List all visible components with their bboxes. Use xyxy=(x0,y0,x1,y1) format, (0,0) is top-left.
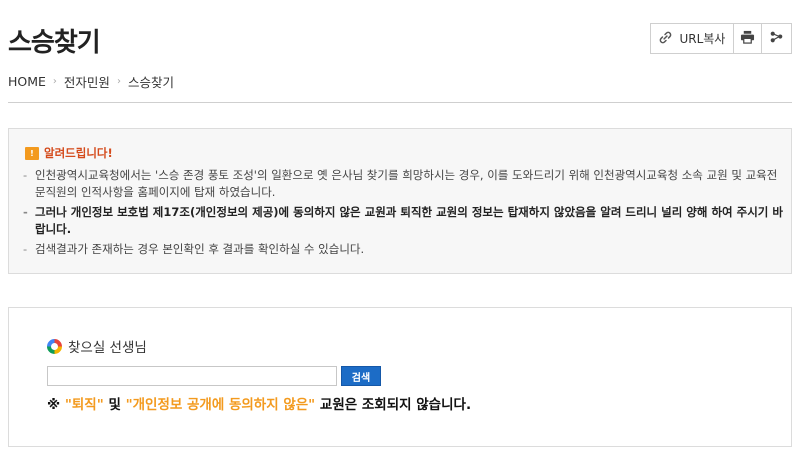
search-label-text: 찾으실 선생님 xyxy=(68,340,147,356)
teacher-name-input[interactable] xyxy=(47,366,337,386)
url-copy-button[interactable]: URL복사 xyxy=(651,24,734,53)
search-note-prefix: ※ xyxy=(47,397,65,413)
print-icon xyxy=(740,29,755,48)
page-title: 스승찾기 xyxy=(8,28,101,58)
bullet-ring-icon xyxy=(47,338,62,354)
notice-item: 그러나 개인정보 보호법 제17조(개인정보의 제공)에 동의하지 않은 교원과… xyxy=(23,204,783,238)
notice-heading: ! 알려드립니다! xyxy=(25,145,113,161)
teacher-search-box: 찾으실 선생님 검색 ※ "퇴직" 및 "개인정보 공개에 동의하지 않은" 교… xyxy=(8,307,792,447)
breadcrumb-home[interactable]: HOME xyxy=(8,74,46,89)
breadcrumb: HOME › 전자민원 › 스승찾기 xyxy=(8,72,174,91)
breadcrumb-separator: › xyxy=(52,76,57,87)
search-note-mid: 및 xyxy=(103,397,126,413)
notice-item: 검색결과가 존재하는 경우 본인확인 후 결과를 확인하실 수 있습니다. xyxy=(23,241,783,258)
notice-icon: ! xyxy=(25,146,39,160)
print-button[interactable] xyxy=(734,24,763,53)
search-note: ※ "퇴직" 및 "개인정보 공개에 동의하지 않은" 교원은 조회되지 않습니… xyxy=(47,393,471,413)
search-note-highlight-retired: "퇴직" xyxy=(64,397,104,413)
breadcrumb-separator: › xyxy=(116,76,121,87)
search-note-suffix: 교원은 조회되지 않습니다. xyxy=(315,397,472,413)
notice-list: 인천광역시교육청에서는 '스승 존경 풍토 조성'의 일환으로 옛 은사님 찾기… xyxy=(23,167,783,261)
link-icon xyxy=(658,30,673,48)
notice-box: ! 알려드립니다! 인천광역시교육청에서는 '스승 존경 풍토 조성'의 일환으… xyxy=(8,128,792,274)
url-copy-label: URL복사 xyxy=(679,32,726,46)
breadcrumb-e-civil[interactable]: 전자민원 xyxy=(64,72,110,91)
share-icon xyxy=(769,29,784,48)
breadcrumb-current: 스승찾기 xyxy=(127,75,174,90)
page-toolbar: URL복사 xyxy=(650,23,792,54)
search-button[interactable]: 검색 xyxy=(341,366,381,386)
search-label: 찾으실 선생님 xyxy=(47,336,147,356)
search-note-highlight-consent: "개인정보 공개에 동의하지 않은" xyxy=(125,397,316,413)
share-button[interactable] xyxy=(762,24,791,53)
notice-heading-text: 알려드립니다! xyxy=(44,146,113,160)
header-divider xyxy=(8,102,792,103)
notice-item: 인천광역시교육청에서는 '스승 존경 풍토 조성'의 일환으로 옛 은사님 찾기… xyxy=(23,167,783,201)
